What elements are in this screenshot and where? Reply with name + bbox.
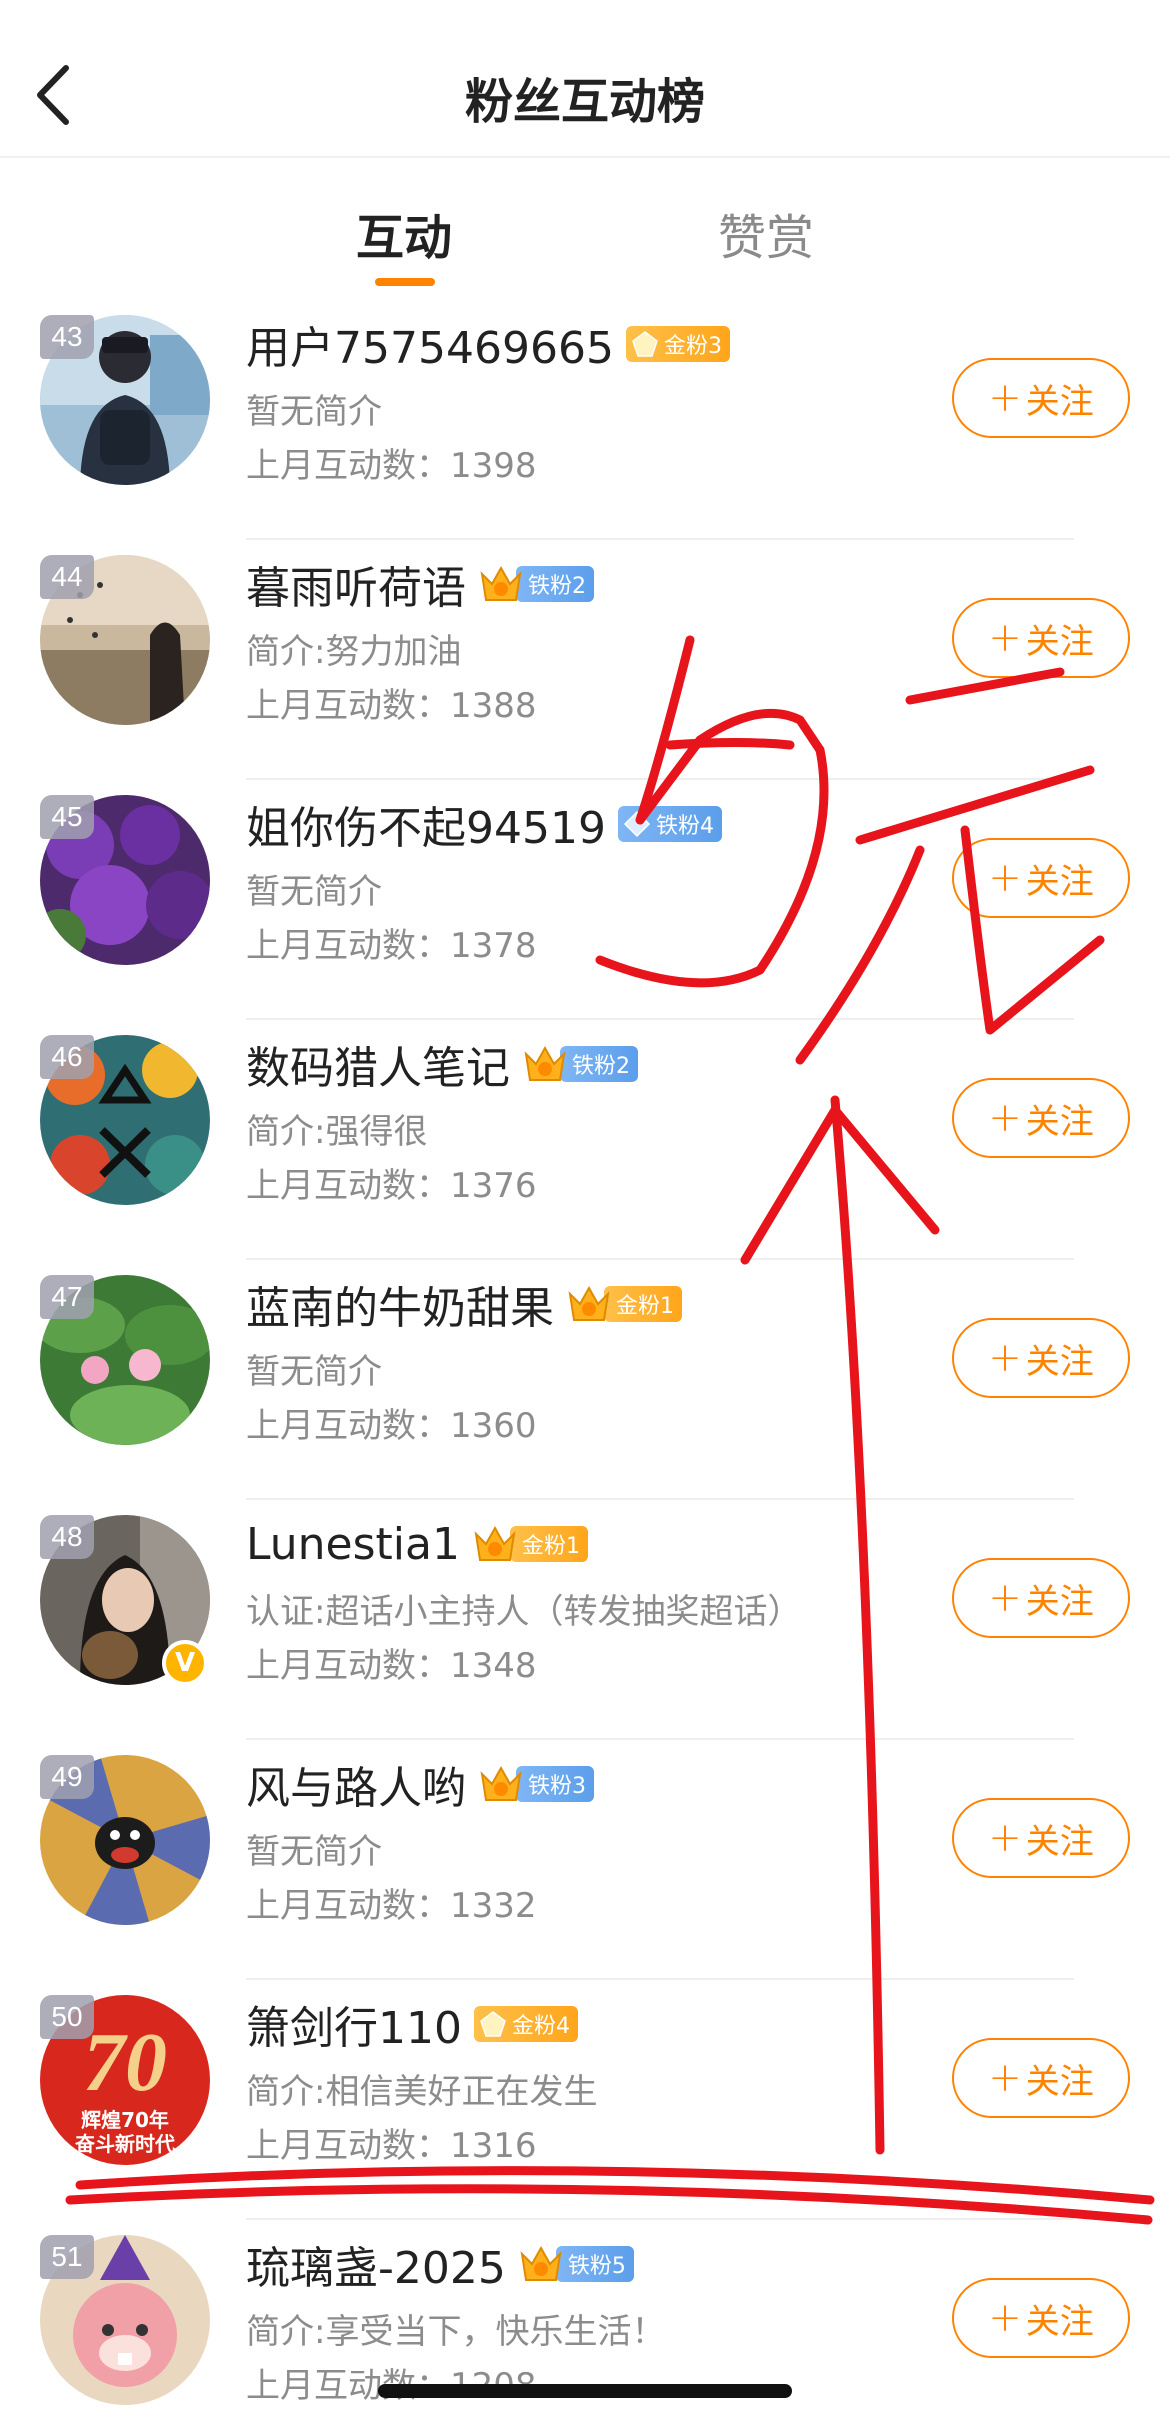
plus-icon: + [988,375,1022,421]
fan-level-badge: 金粉4 [473,2006,578,2042]
home-indicator [378,2384,792,2398]
interaction-count: 上月互动数：1316 [246,2126,537,2166]
page-title: 粉丝互动榜 [464,74,705,130]
nav-bar: 粉丝互动榜 [0,0,1170,158]
plus-icon: + [988,2055,1022,2101]
user-bio: 暂无简介 [246,1832,382,1872]
rank-badge: 47 [40,1275,94,1319]
fan-level-badge: 铁粉2 [478,562,594,606]
user-name[interactable]: 风与路人哟 [246,1752,466,1816]
plus-icon: + [988,1815,1022,1861]
verified-icon: V [162,1640,208,1686]
list-item[interactable]: 45 姐你伤不起94519 铁粉4 暂无简介 上月互动数：1378 + 关注 [0,780,1170,1020]
plus-icon: + [988,1575,1022,1621]
user-bio: 暂无简介 [246,872,382,912]
follow-button[interactable]: + 关注 [952,2038,1130,2118]
crown-icon [480,565,522,601]
user-bio: 认证:超话小主持人（转发抽奖超话） [246,1592,802,1632]
interaction-count: 上月互动数：1360 [246,1406,537,1446]
list-item[interactable]: 49 风与路人哟 铁粉3 暂无简介 上月互动数：1332 + 关注 [0,1740,1170,1980]
interaction-count: 上月互动数：1208 [246,2366,537,2406]
follow-button[interactable]: + 关注 [952,838,1130,918]
follow-button[interactable]: + 关注 [952,1558,1130,1638]
rank-badge: 43 [40,315,94,359]
follow-button[interactable]: + 关注 [952,1798,1130,1878]
interaction-count: 上月互动数：1378 [246,926,537,966]
plus-icon: + [988,1095,1022,1141]
interaction-count: 上月互动数：1332 [246,1886,537,1926]
rank-badge: 50 [40,1995,94,2039]
user-name[interactable]: Lunestia1 [246,1519,460,1570]
list-item[interactable]: 70 辉煌70年 奋斗新时代 50 箫剑行110 金粉4 简介:相信美好正在发生… [0,1980,1170,2220]
plus-icon: + [988,2295,1022,2341]
fan-level-badge: 铁粉3 [478,1762,594,1806]
user-bio: 暂无简介 [246,392,382,432]
tab-interaction[interactable]: 互动 [356,198,452,268]
tab-bar: 互动 赞赏 [0,160,1170,300]
crown-icon [568,1285,610,1321]
tab-reward[interactable]: 赞赏 [718,198,814,268]
follow-button[interactable]: + 关注 [952,2278,1130,2358]
crown-icon [520,2245,562,2281]
fan-level-badge: 铁粉4 [617,806,722,842]
user-name[interactable]: 数码猎人笔记 [246,1032,510,1096]
user-name[interactable]: 用户7575469665 [246,312,614,376]
fan-level-badge: 铁粉5 [518,2242,634,2286]
interaction-count: 上月互动数：1388 [246,686,537,726]
list-item[interactable]: 43 用户7575469665 金粉3 暂无简介 上月互动数：1398 + 关注 [0,300,1170,540]
interaction-count: 上月互动数：1348 [246,1646,537,1686]
rank-badge: 51 [40,2235,94,2279]
follow-button[interactable]: + 关注 [952,1318,1130,1398]
user-bio: 暂无简介 [246,1352,382,1392]
interaction-count: 上月互动数：1398 [246,446,537,486]
follow-button[interactable]: + 关注 [952,1078,1130,1158]
crown-icon [524,1045,566,1081]
follow-button[interactable]: + 关注 [952,358,1130,438]
user-bio: 简介:相信美好正在发生 [246,2072,598,2112]
user-name[interactable]: 蓝南的牛奶甜果 [246,1272,554,1336]
follow-button[interactable]: + 关注 [952,598,1130,678]
fan-level-badge: 金粉3 [625,326,730,362]
list-item[interactable]: 47 蓝南的牛奶甜果 金粉1 暂无简介 上月互动数：1360 + 关注 [0,1260,1170,1500]
user-name[interactable]: 姐你伤不起94519 [246,792,606,856]
list-item[interactable]: 44 暮雨听荷语 铁粉2 简介:努力加油 上月互动数：1388 + 关注 [0,540,1170,780]
plus-icon: + [988,855,1022,901]
list-item[interactable]: 46 数码猎人笔记 铁粉2 简介:强得很 上月互动数：1376 + 关注 [0,1020,1170,1260]
user-name[interactable]: 暮雨听荷语 [246,552,466,616]
rank-badge: 48 [40,1515,94,1559]
interaction-count: 上月互动数：1376 [246,1166,537,1206]
gem-icon [478,2009,508,2039]
fan-level-badge: 金粉1 [566,1282,682,1326]
user-name[interactable]: 琉璃盏-2025 [246,2232,506,2296]
svg-text:奋斗新时代: 奋斗新时代 [74,2132,175,2156]
user-bio: 简介:享受当下，快乐生活！ [246,2312,666,2352]
plus-icon: + [988,1335,1022,1381]
plus-icon: + [988,615,1022,661]
user-name[interactable]: 箫剑行110 [246,1992,462,2056]
gem-icon [630,329,660,359]
svg-text:辉煌70年: 辉煌70年 [81,2108,169,2132]
fan-level-badge: 金粉1 [472,1522,588,1566]
list-item[interactable]: 48 V Lunestia1 金粉1 认证:超话小主持人（转发抽奖超话） 上月互… [0,1500,1170,1740]
diamond-icon [622,809,652,839]
fan-level-badge: 铁粉2 [522,1042,638,1086]
active-tab-indicator [375,278,435,286]
rank-badge: 44 [40,555,94,599]
user-bio: 简介:努力加油 [246,632,462,672]
user-bio: 简介:强得很 [246,1112,428,1152]
crown-icon [480,1765,522,1801]
rank-badge: 49 [40,1755,94,1799]
rank-badge: 46 [40,1035,94,1079]
svg-text:70: 70 [83,2016,167,2109]
crown-icon [474,1525,516,1561]
rank-badge: 45 [40,795,94,839]
